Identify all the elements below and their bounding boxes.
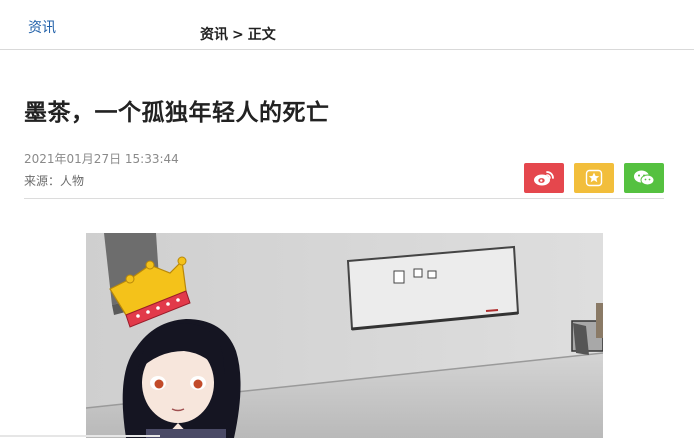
- meta-divider: [24, 198, 664, 199]
- wechat-icon: [634, 170, 655, 186]
- article-image: [86, 233, 603, 438]
- illustration: [86, 233, 603, 438]
- source-label: 来源：: [24, 174, 61, 188]
- breadcrumb-separator: >: [232, 27, 244, 43]
- bottom-divider: [0, 435, 160, 437]
- article-title: 墨茶，一个孤独年轻人的死亡: [24, 100, 330, 126]
- breadcrumb: 资讯 > 正文: [200, 24, 276, 44]
- article-source: 来源：人物: [24, 172, 84, 189]
- top-navigation-bar: 资讯 资讯 > 正文: [0, 0, 694, 50]
- breadcrumb-current: 正文: [247, 27, 276, 43]
- weibo-icon: [534, 171, 554, 186]
- favorite-button[interactable]: [574, 163, 614, 193]
- share-weibo-button[interactable]: [524, 163, 564, 193]
- share-wechat-button[interactable]: [624, 163, 664, 193]
- article-datetime: 2021年01月27日 15:33:44: [24, 152, 179, 166]
- star-icon: [585, 169, 603, 187]
- nav-link-news[interactable]: 资讯: [28, 17, 56, 37]
- breadcrumb-section[interactable]: 资讯: [200, 24, 228, 44]
- source-name: 人物: [60, 174, 85, 188]
- article-page: 资讯 资讯 > 正文 墨茶，一个孤独年轻人的死亡 2021年01月27日 15:33…: [0, 0, 694, 438]
